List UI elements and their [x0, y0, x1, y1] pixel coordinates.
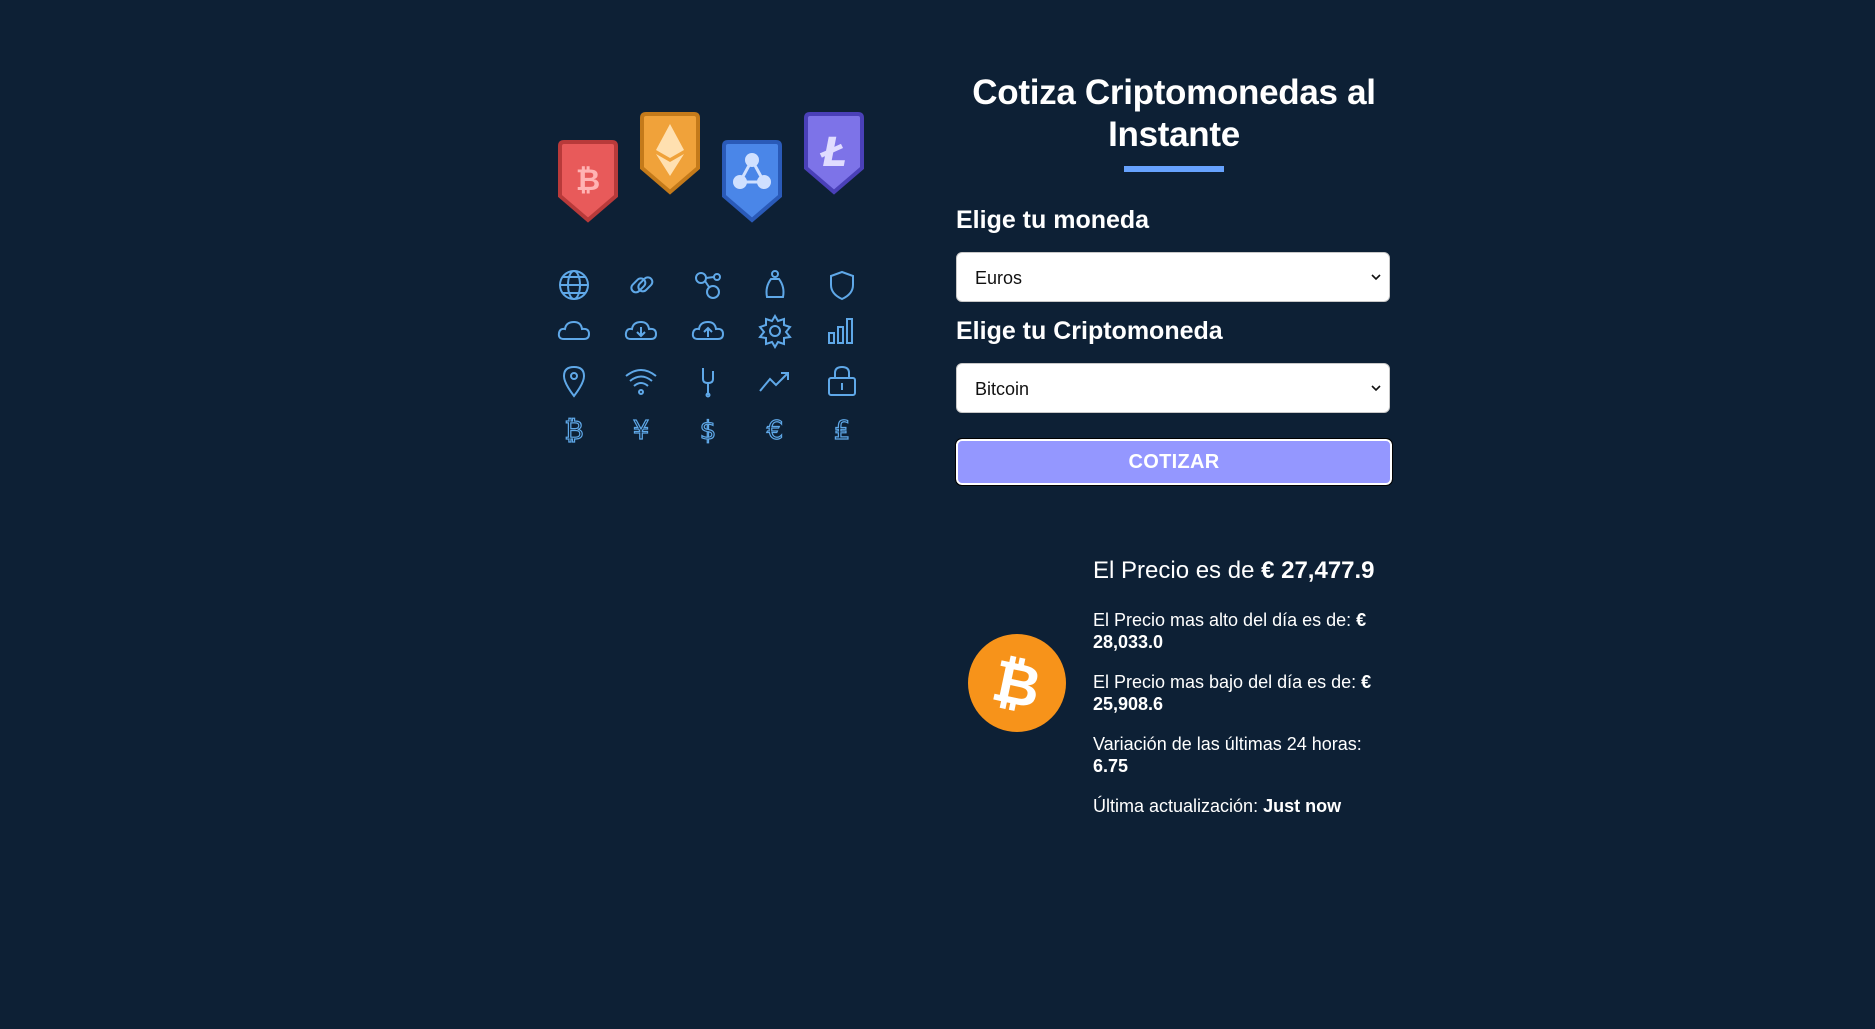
svg-text:₤: ₤	[834, 416, 851, 446]
change-label: Variación de las últimas 24 horas:	[1093, 734, 1362, 754]
location-pin-icon	[554, 361, 594, 401]
quote-result: ₿ El Precio es de € 27,477.9 El Precio m…	[956, 550, 1396, 830]
nodes-icon	[688, 265, 728, 305]
chevron-down-icon	[1371, 274, 1381, 281]
bitcoin-badge-icon: ₿	[556, 138, 620, 229]
svg-text:€: €	[767, 416, 784, 446]
svg-text:¥: ¥	[633, 416, 650, 446]
page-title: Cotiza Criptomonedas al Instante	[972, 73, 1376, 154]
bitcoin-coin-icon: ₿	[968, 634, 1066, 732]
crypto-label: Elige tu Criptomoneda	[956, 317, 1223, 345]
current-price: El Precio es de € 27,477.9	[1093, 557, 1375, 585]
price-value: € 27,477.9	[1261, 557, 1375, 584]
litecoin-badge-icon: Ł	[802, 110, 866, 201]
currency-select-value: Euros	[975, 268, 1023, 288]
change-value: 6.75	[1093, 756, 1129, 776]
last-update: Última actualización: Just now	[1093, 795, 1393, 817]
wifi-icon	[621, 361, 661, 401]
trend-up-icon	[755, 361, 795, 401]
crypto-select[interactable]: Bitcoin	[956, 363, 1390, 413]
bitcoin-icon: ₿	[554, 409, 594, 449]
cloud-icon	[554, 311, 594, 351]
svg-text:$: $	[700, 416, 717, 446]
updated-value: Just now	[1263, 796, 1342, 816]
svg-text:₿: ₿	[576, 163, 600, 198]
ethereum-badge-icon	[638, 110, 702, 201]
cloud-download-icon	[621, 311, 661, 351]
crypto-illustration: ₿ Ł ₿ ¥ $ € ₤	[548, 105, 873, 455]
yen-icon: ¥	[621, 409, 661, 449]
low-price: El Precio mas bajo del día es de: € 25,9…	[1093, 671, 1393, 715]
link-icon	[621, 265, 661, 305]
crypto-select-value: Bitcoin	[975, 379, 1030, 399]
quote-form: Cotiza Criptomonedas al Instante Elige t…	[955, 72, 1393, 486]
lock-icon	[822, 361, 862, 401]
chevron-down-icon	[1371, 385, 1381, 392]
money-bag-icon	[755, 265, 795, 305]
globe-icon	[554, 265, 594, 305]
bar-chart-icon	[822, 311, 862, 351]
shield-icon	[822, 265, 862, 305]
euro-icon: €	[755, 409, 795, 449]
fork-icon	[688, 361, 728, 401]
high-price: El Precio mas alto del día es de: € 28,0…	[1093, 609, 1393, 653]
currency-label: Elige tu moneda	[956, 206, 1150, 234]
ripple-badge-icon	[720, 138, 784, 229]
cloud-upload-icon	[688, 311, 728, 351]
high-label: El Precio mas alto del día es de:	[1093, 610, 1352, 630]
price-prefix: El Precio es de	[1093, 557, 1255, 584]
low-label: El Precio mas bajo del día es de:	[1093, 672, 1357, 692]
pound-icon: ₤	[822, 409, 862, 449]
svg-text:Ł: Ł	[820, 130, 847, 176]
currency-select[interactable]: Euros	[956, 252, 1390, 302]
gear-icon	[755, 311, 795, 351]
svg-text:₿: ₿	[564, 416, 583, 446]
dollar-icon: $	[688, 409, 728, 449]
updated-label: Última actualización:	[1093, 796, 1259, 816]
change-24h: Variación de las últimas 24 horas: 6.75	[1093, 733, 1393, 777]
cotizar-button[interactable]: COTIZAR	[955, 438, 1393, 486]
